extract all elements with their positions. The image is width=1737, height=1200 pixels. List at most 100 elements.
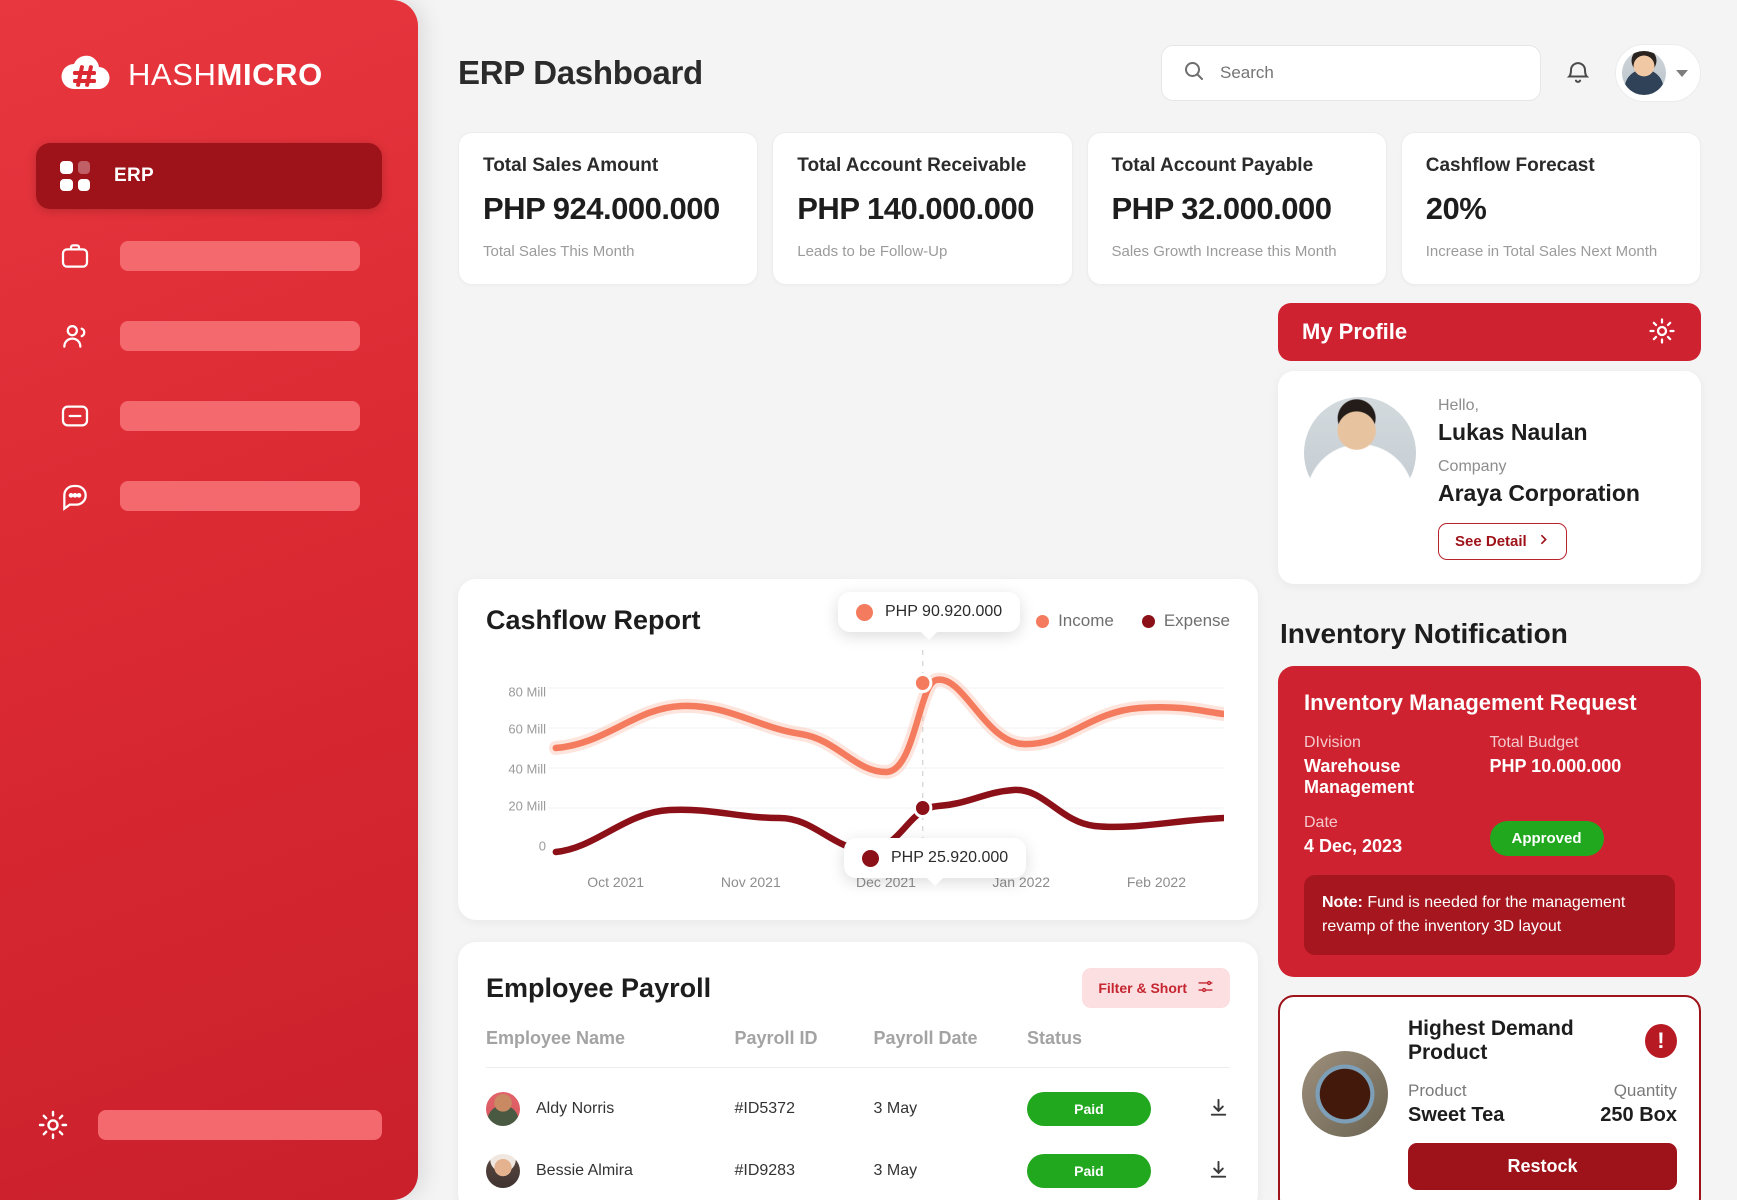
sidebar-item-placeholder [120, 481, 360, 511]
cell-employee-name: Aldy Norris [486, 1068, 734, 1131]
kpi-subtitle: Sales Growth Increase this Month [1111, 243, 1337, 260]
sidebar-item-2[interactable] [36, 303, 382, 369]
sidebar-item-erp[interactable]: ERP [36, 143, 382, 209]
search-bar[interactable] [1161, 45, 1541, 101]
kpi-title: Total Sales Amount [483, 155, 659, 176]
kpi-value: PHP 32.000.000 [1111, 191, 1332, 226]
filter-and-sort-button[interactable]: Filter & Short [1082, 968, 1230, 1008]
column-employee-name: Employee Name [486, 1028, 735, 1068]
download-icon[interactable] [1207, 1158, 1230, 1184]
brand-logo[interactable]: HASHMICRO [24, 0, 394, 95]
chart-title: Cashflow Report [486, 605, 701, 635]
approval-block: Approved [1489, 815, 1676, 856]
my-profile-header: My Profile [1278, 303, 1701, 361]
cell-payroll-id: #ID9283 [734, 1162, 795, 1179]
chart-plot: 80 Mill 60 Mill 40 Mill 20 Mill 0 PHP 90… [486, 592, 1231, 878]
see-detail-button[interactable]: See Detail [1438, 523, 1567, 560]
legend-dot-income [1036, 614, 1050, 628]
kpi-subtitle: Increase in Total Sales Next Month [1425, 243, 1658, 260]
sidebar-item-1[interactable] [36, 223, 382, 289]
kpi-title: Total Account Receivable [797, 155, 1027, 176]
app-root: HASHMICRO ERP ERP Dashboard Search Total… [0, 0, 1737, 1200]
status-badge: Paid [1026, 1154, 1151, 1188]
chevron-down-icon [1676, 69, 1688, 77]
download-icon[interactable] [1207, 1096, 1230, 1122]
date-block: Date 4 Dec, 2023 [1304, 814, 1490, 857]
sidebar-item-placeholder [120, 241, 360, 271]
payroll-table: Employee Name Payroll ID Payroll Date St… [486, 1028, 1230, 1192]
kpi-row: Total Sales Amount PHP 924.000.000 Total… [458, 132, 1701, 285]
gear-icon[interactable] [1647, 316, 1677, 349]
cell-status: Paid [1026, 1068, 1230, 1131]
column-payroll-id: Payroll ID [734, 1028, 874, 1068]
product-label: Product [1408, 1081, 1467, 1100]
x-tick-label: Nov 2021 [720, 874, 781, 890]
column-status: Status [1026, 1028, 1230, 1068]
chart-tooltip-expense: PHP 25.920.000 [844, 838, 1027, 878]
dashboard-body: Cashflow Report Income Expense 80 Mill 6… [458, 303, 1701, 1200]
cell-payroll-date: 3 May [873, 1100, 918, 1117]
kpi-card-total-sales: Total Sales Amount PHP 924.000.000 Total… [458, 132, 759, 285]
inventory-row-1: DIvision Warehouse Management Total Budg… [1304, 734, 1675, 798]
cashflow-report-card: Cashflow Report Income Expense 80 Mill 6… [458, 579, 1258, 920]
main-content: ERP Dashboard Search Total Sales Amount … [418, 0, 1737, 1200]
inventory-request-card: Inventory Management Request DIvision Wa… [1278, 666, 1701, 977]
inventory-row-2: Date 4 Dec, 2023 Approved [1304, 814, 1675, 857]
sidebar-item-label: ERP [114, 165, 154, 186]
greeting: Hello, [1438, 397, 1479, 414]
left-column: Cashflow Report Income Expense 80 Mill 6… [458, 303, 1258, 1200]
legend-item-expense[interactable]: Expense [1141, 611, 1230, 631]
table-row[interactable]: Aldy Norris #ID5372 3 May Paid [486, 1068, 1230, 1131]
legend-item-income[interactable]: Income [1036, 611, 1114, 631]
note-text: Fund is needed for the management revamp… [1322, 894, 1626, 935]
company-name: Araya Corporation [1438, 480, 1640, 506]
tooltip-dot-expense [862, 849, 879, 867]
gear-icon [36, 1108, 70, 1142]
profile-card: Hello, Lukas Naulan Company Araya Corpor… [1278, 371, 1701, 584]
briefcase-icon [58, 239, 92, 273]
payroll-header: Employee Payroll Filter & Short [486, 968, 1230, 1008]
sidebar-item-placeholder [120, 401, 360, 431]
y-tick-label: 60 Mill [508, 721, 546, 737]
sidebar-item-3[interactable] [36, 383, 382, 449]
y-tick-label: 80 Mill [508, 684, 546, 700]
kpi-subtitle: Leads to be Follow-Up [797, 243, 948, 260]
search-input[interactable] [1220, 63, 1520, 83]
chart-y-axis: 80 Mill 60 Mill 40 Mill 20 Mill 0 [486, 650, 546, 870]
employee-payroll-card: Employee Payroll Filter & Short Employee… [458, 942, 1258, 1200]
kpi-value: PHP 140.000.000 [797, 191, 1034, 226]
bell-icon[interactable] [1561, 56, 1595, 90]
sweet-tea-photo [1302, 1051, 1388, 1137]
sidebar-item-4[interactable] [36, 463, 382, 529]
quantity-block: Quantity 250 Box [1543, 1081, 1677, 1127]
demand-header: Highest Demand Product ! [1408, 1017, 1677, 1065]
company-label: Company [1438, 458, 1507, 475]
note-label: Note: [1322, 894, 1363, 911]
sidebar-bottom-placeholder [98, 1110, 382, 1140]
restock-button[interactable]: Restock [1408, 1143, 1677, 1190]
kpi-value: PHP 924.000.000 [483, 191, 720, 226]
date-value: 4 Dec, 2023 [1304, 836, 1403, 856]
kpi-subtitle: Total Sales This Month [483, 243, 635, 260]
employee-name: Aldy Norris [536, 1100, 615, 1117]
sliders-icon [1197, 978, 1214, 998]
y-tick-label: 40 Mill [508, 761, 546, 777]
table-row[interactable]: Bessie Almira #ID9283 3 May Paid [486, 1130, 1230, 1192]
user-menu[interactable] [1615, 44, 1701, 102]
chart-lines [548, 650, 1231, 870]
kpi-title: Total Account Payable [1111, 155, 1314, 176]
quantity-value: 250 Box [1600, 1104, 1677, 1126]
sidebar-settings[interactable] [36, 1108, 382, 1142]
sidebar: HASHMICRO ERP [0, 0, 418, 1200]
kpi-value: 20% [1425, 191, 1487, 226]
cell-payroll-id: #ID5372 [734, 1100, 795, 1117]
page-title: ERP Dashboard [458, 54, 703, 91]
chat-icon [58, 479, 92, 513]
legend-label: Income [1058, 611, 1114, 630]
chart-x-axis: Oct 2021 Nov 2021 Dec 2021 Jan 2022 Feb … [548, 874, 1224, 904]
users-icon [58, 319, 92, 353]
product-block: Product Sweet Tea [1408, 1081, 1543, 1127]
avatar [1622, 51, 1666, 95]
legend-dot-expense [1141, 614, 1155, 628]
alert-icon: ! [1644, 1024, 1677, 1058]
